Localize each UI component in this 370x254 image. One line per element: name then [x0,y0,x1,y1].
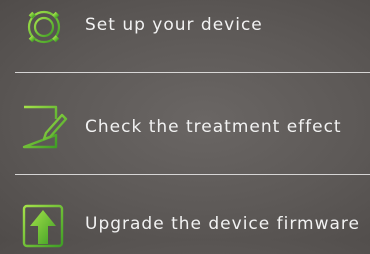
menu-item-label: Upgrade the device firmware [85,214,360,234]
menu-item-label: Check the treatment effect [85,117,342,137]
gear-icon [18,0,70,51]
menu-item-setup-device[interactable]: Set up your device [0,0,370,55]
menu-item-label: Set up your device [85,15,263,35]
divider [15,174,370,175]
upload-arrow-icon [18,198,70,250]
document-pen-icon [18,101,70,153]
menu-item-upgrade-firmware[interactable]: Upgrade the device firmware [0,194,370,254]
menu-item-check-treatment[interactable]: Check the treatment effect [0,97,370,157]
divider [15,72,370,73]
